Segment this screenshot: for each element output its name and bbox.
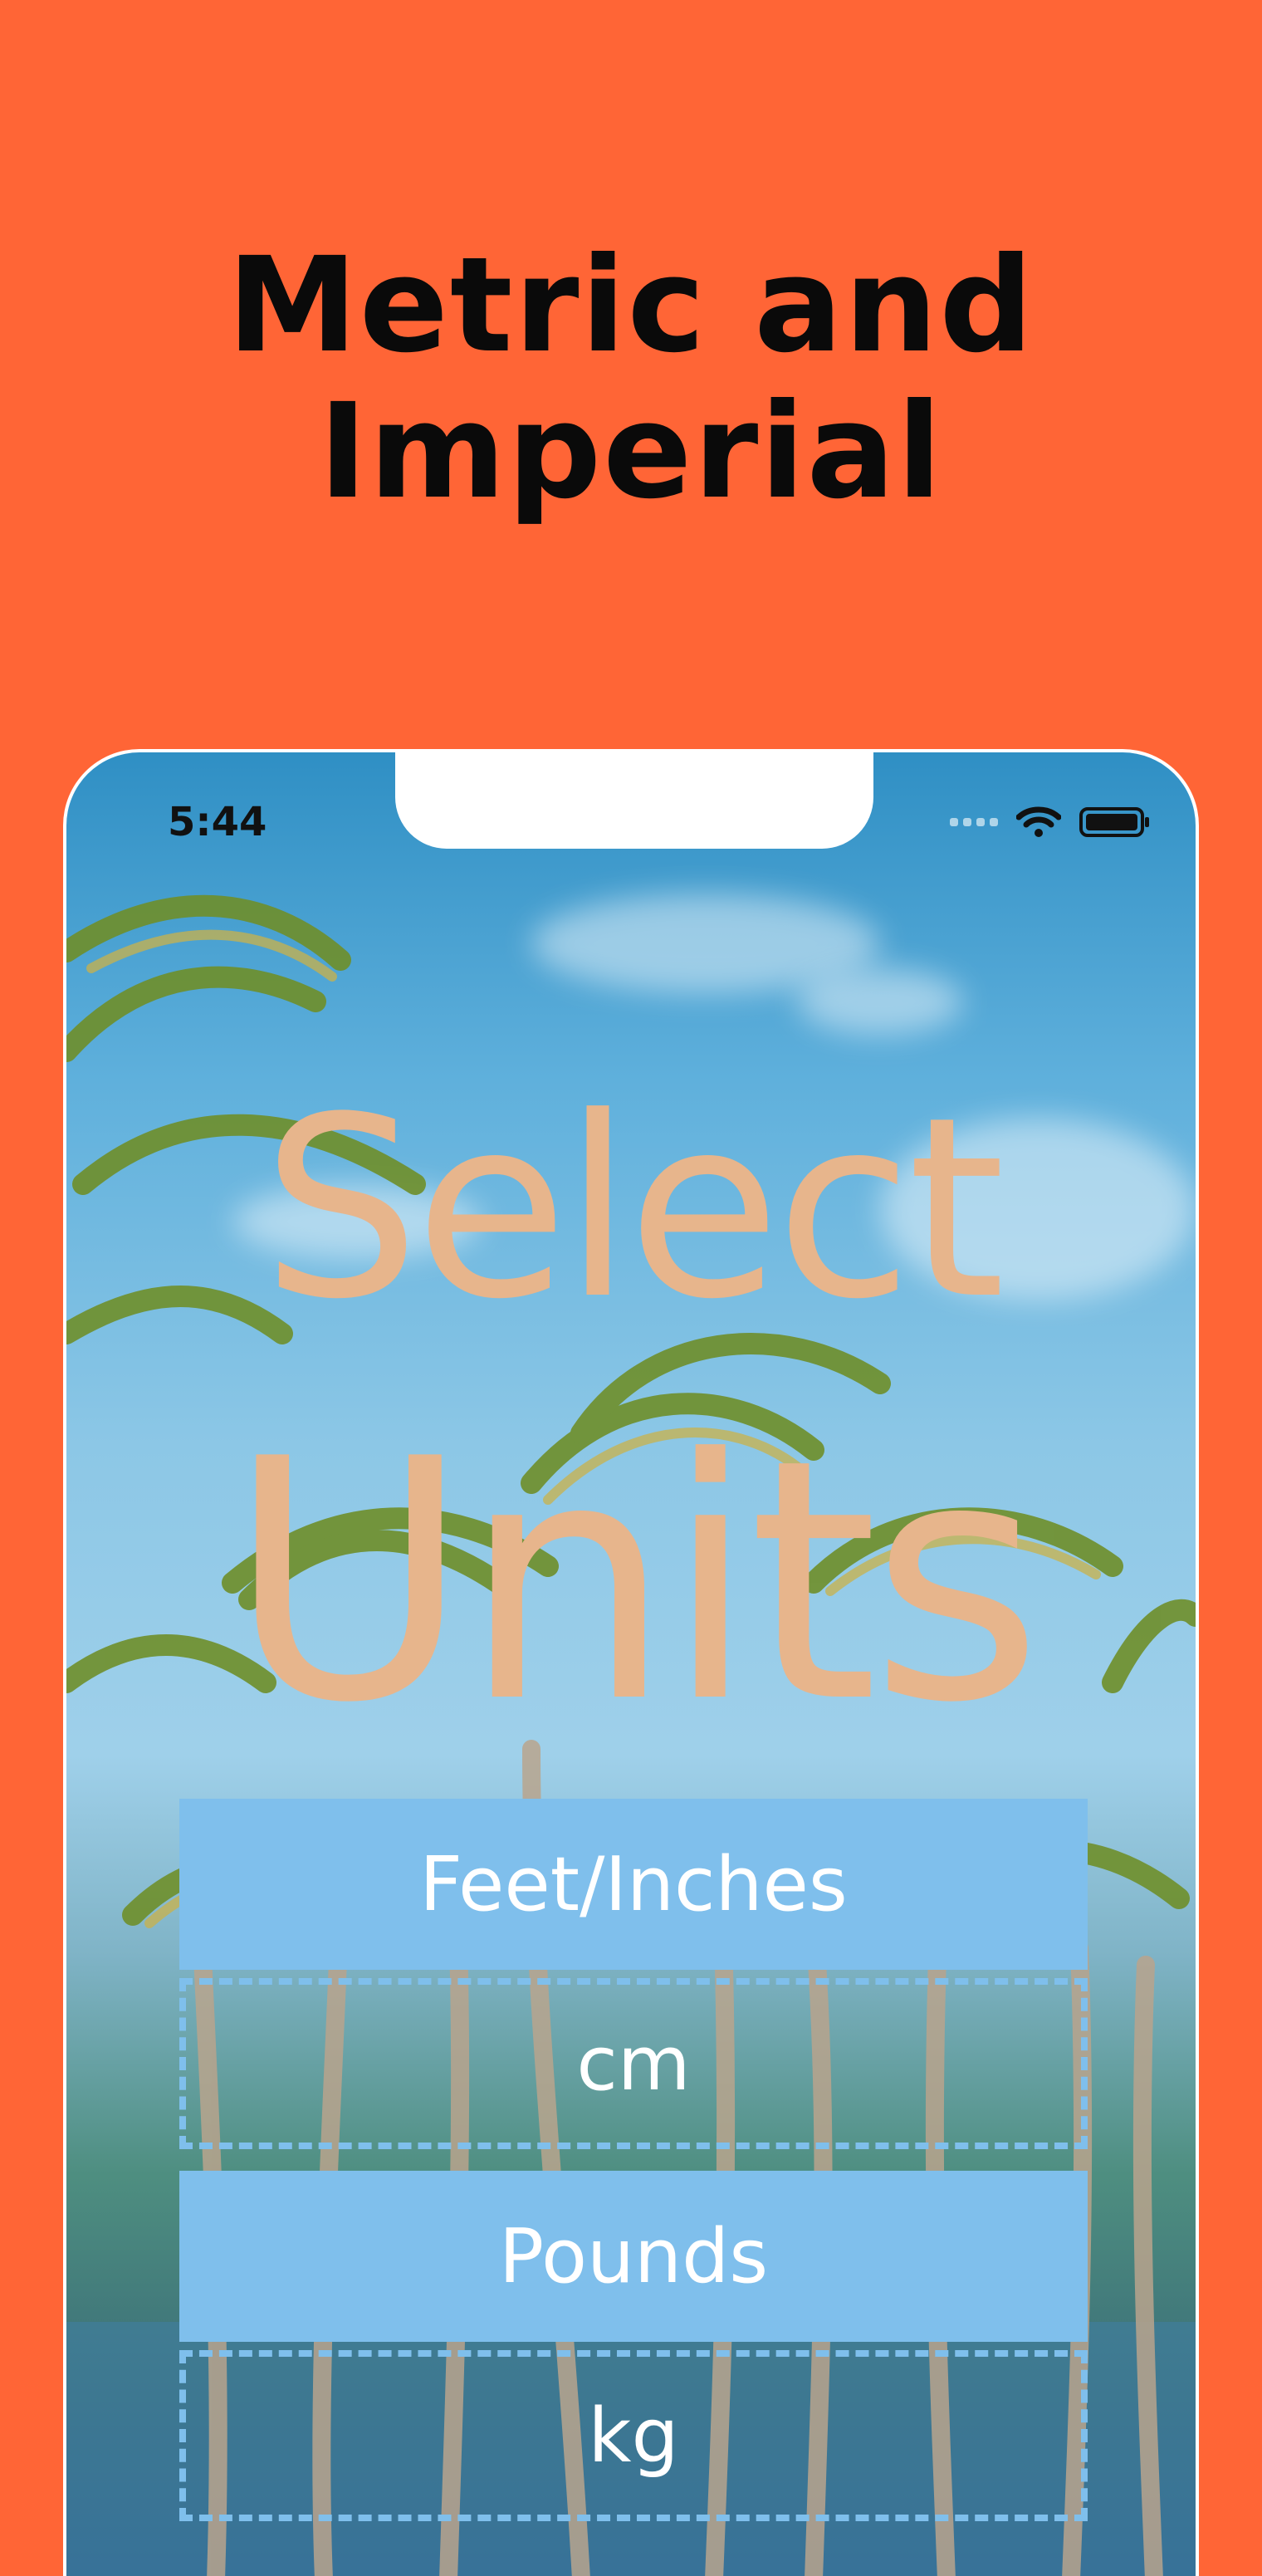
device-notch xyxy=(395,752,873,849)
cm-button[interactable]: cm xyxy=(179,1978,1088,2149)
title-units: Units xyxy=(227,1389,1044,1775)
status-icons xyxy=(950,804,1151,840)
pounds-label: Pounds xyxy=(498,2212,769,2300)
feet-inches-label: Feet/Inches xyxy=(419,1840,848,1928)
wifi-icon xyxy=(1016,806,1061,839)
app-screen: 5:44 Select Units Feet/Inches cm Pounds … xyxy=(66,752,1196,2576)
battery-icon xyxy=(1079,806,1151,839)
kg-label: kg xyxy=(588,2392,679,2480)
cm-label: cm xyxy=(576,2020,691,2108)
title-select: Select xyxy=(262,1064,1005,1354)
phone-frame: 5:44 Select Units Feet/Inches cm Pounds … xyxy=(63,749,1199,2576)
feet-inches-button[interactable]: Feet/Inches xyxy=(179,1799,1088,1970)
headline-line-1: Metric and xyxy=(227,229,1035,382)
headline-line-2: Imperial xyxy=(318,375,944,528)
status-time: 5:44 xyxy=(168,799,267,845)
marketing-headline: Metric and Imperial xyxy=(0,233,1262,525)
cellular-signal-icon xyxy=(950,818,998,826)
kg-button[interactable]: kg xyxy=(179,2350,1088,2521)
pounds-button[interactable]: Pounds xyxy=(179,2171,1088,2342)
